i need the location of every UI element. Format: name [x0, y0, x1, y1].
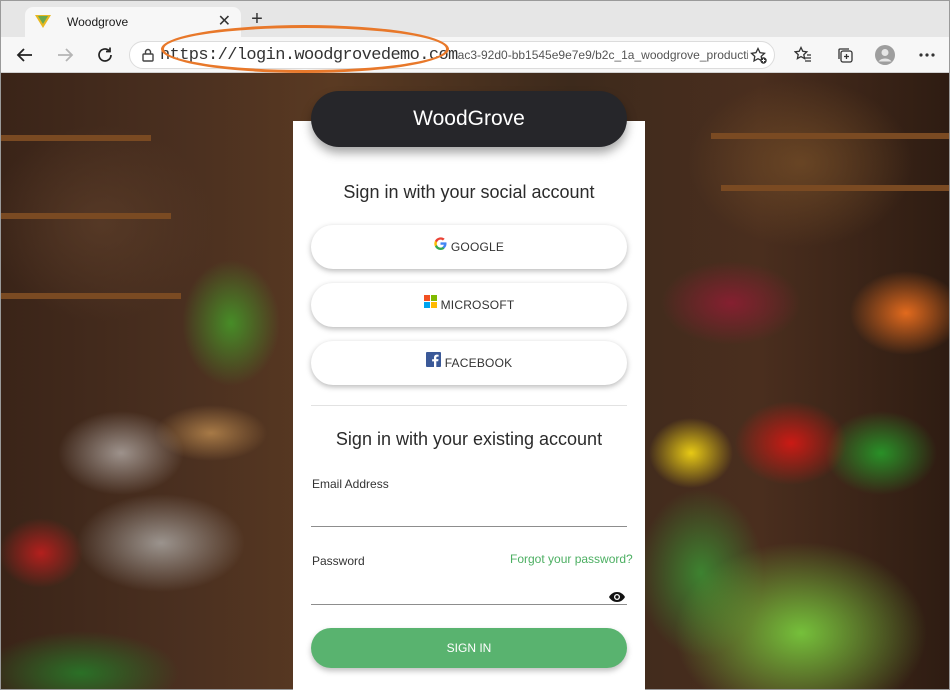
url-path-text: ac3-92d0-bb1545e9e7e9/b2c_1a_woodgrove_p… — [457, 48, 748, 62]
lock-icon — [142, 48, 154, 62]
google-signin-button[interactable]: GOOGLE — [311, 225, 627, 269]
shelf — [1, 213, 171, 219]
refresh-icon[interactable] — [93, 43, 117, 67]
favorites-icon[interactable] — [791, 43, 815, 67]
woodgrove-favicon — [35, 15, 51, 28]
email-field[interactable] — [311, 497, 627, 527]
more-icon[interactable] — [915, 43, 939, 67]
facebook-label: FACEBOOK — [444, 356, 513, 370]
social-heading: Sign in with your social account — [343, 182, 595, 202]
microsoft-label: MICROSOFT — [440, 298, 515, 312]
tab-strip: Woodgrove ✕ + — [1, 1, 949, 37]
email-label: Email Address — [312, 477, 389, 491]
shelf — [1, 135, 151, 141]
back-icon[interactable] — [13, 43, 37, 67]
sign-in-button[interactable]: SIGN IN — [311, 628, 627, 668]
google-label: GOOGLE — [450, 240, 505, 254]
forward-icon[interactable] — [53, 43, 77, 67]
browser-tab[interactable]: Woodgrove ✕ — [25, 7, 241, 37]
shelf — [1, 293, 181, 299]
existing-account-heading: Sign in with your existing account — [335, 429, 603, 449]
new-tab-button[interactable]: + — [247, 9, 267, 29]
show-password-icon[interactable] — [608, 591, 626, 603]
address-bar[interactable]: https://login.woodgrovedemo.com ac3-92d0… — [129, 41, 775, 69]
brand-title: WoodGrove — [413, 107, 525, 130]
facebook-signin-button[interactable]: FACEBOOK — [311, 341, 627, 385]
forgot-password-link[interactable]: Forgot your password? — [510, 552, 633, 566]
microsoft-icon — [423, 294, 437, 308]
microsoft-signin-button[interactable]: MICROSOFT — [311, 283, 627, 327]
tab-title: Woodgrove — [67, 15, 129, 29]
brand-header: WoodGrove — [311, 91, 627, 147]
profile-icon[interactable] — [873, 43, 897, 67]
divider — [311, 405, 627, 406]
facebook-icon — [425, 351, 441, 367]
url-text: https://login.woodgrovedemo.com — [160, 45, 458, 65]
google-icon — [434, 236, 447, 250]
shelf — [711, 133, 949, 139]
password-label: Password — [312, 554, 365, 568]
collections-icon[interactable] — [833, 43, 857, 67]
shelf — [721, 185, 949, 191]
tab-close-icon[interactable]: ✕ — [218, 14, 231, 30]
browser-toolbar: https://login.woodgrovedemo.com ac3-92d0… — [1, 37, 949, 73]
favorites-add-icon[interactable] — [750, 47, 768, 65]
password-field[interactable] — [311, 575, 627, 605]
